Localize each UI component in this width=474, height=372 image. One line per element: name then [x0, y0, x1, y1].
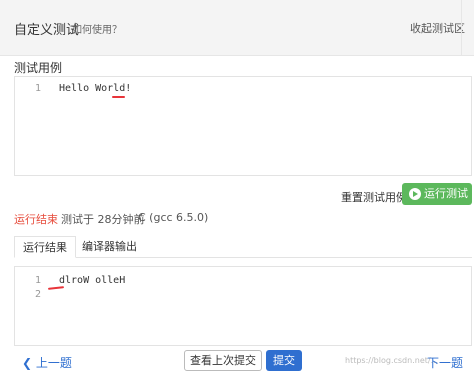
header-divider: [461, 0, 462, 56]
output-line: 1 dlroW olleH: [15, 274, 471, 288]
status-result: 运行结束: [14, 213, 58, 226]
status-compiler: C (gcc 6.5.0): [138, 211, 209, 224]
next-problem-label: 下一题: [427, 356, 464, 370]
code-line: 1 Hello World!: [15, 82, 471, 96]
tab-run-result[interactable]: 运行结果: [14, 236, 76, 258]
view-last-submission-button[interactable]: 查看上次提交: [184, 350, 262, 371]
output-tabs: 运行结果 编译器输出: [14, 236, 472, 258]
next-problem-link[interactable]: 下一题 ❯: [427, 354, 474, 372]
output-line: 2: [15, 288, 471, 302]
prev-problem-label: 上一题: [35, 356, 72, 370]
status-time: 测试于 28分钟前: [61, 213, 145, 226]
run-status: 运行结束 测试于 28分钟前 C (gcc 6.5.0): [14, 211, 208, 227]
submit-button[interactable]: 提交: [266, 350, 302, 371]
watermark: https://blog.csdn.net/...: [345, 356, 439, 365]
line-number: 1: [34, 83, 41, 94]
how-to-use-link[interactable]: 如何使用？: [72, 21, 122, 36]
run-test-label: 运行测试: [424, 187, 468, 200]
line-number: 1: [34, 275, 41, 286]
collapse-test-area-button[interactable]: 收起测试区: [410, 20, 465, 36]
test-case-editor[interactable]: 1 Hello World!: [14, 76, 472, 176]
prev-problem-link[interactable]: ❮ 上一题: [22, 354, 72, 371]
chevron-left-icon: ❮: [22, 356, 33, 370]
test-case-label: 测试用例: [14, 61, 63, 75]
custom-test-header: 自定义测试 如何使用？ 收起测试区: [0, 0, 474, 56]
reset-test-case-button[interactable]: 重置测试用例: [341, 189, 407, 205]
code-text[interactable]: Hello World!: [59, 82, 131, 96]
red-annotation-mark: [112, 96, 125, 98]
custom-test-title: 自定义测试: [14, 23, 80, 38]
run-test-button[interactable]: 运行测试: [402, 183, 472, 205]
play-circle-icon: [409, 188, 421, 200]
output-panel: 1 dlroW olleH 2: [14, 266, 472, 346]
output-text: dlroW olleH: [59, 275, 126, 286]
tab-compiler-output[interactable]: 编译器输出: [74, 236, 145, 258]
line-number: 2: [34, 289, 41, 300]
